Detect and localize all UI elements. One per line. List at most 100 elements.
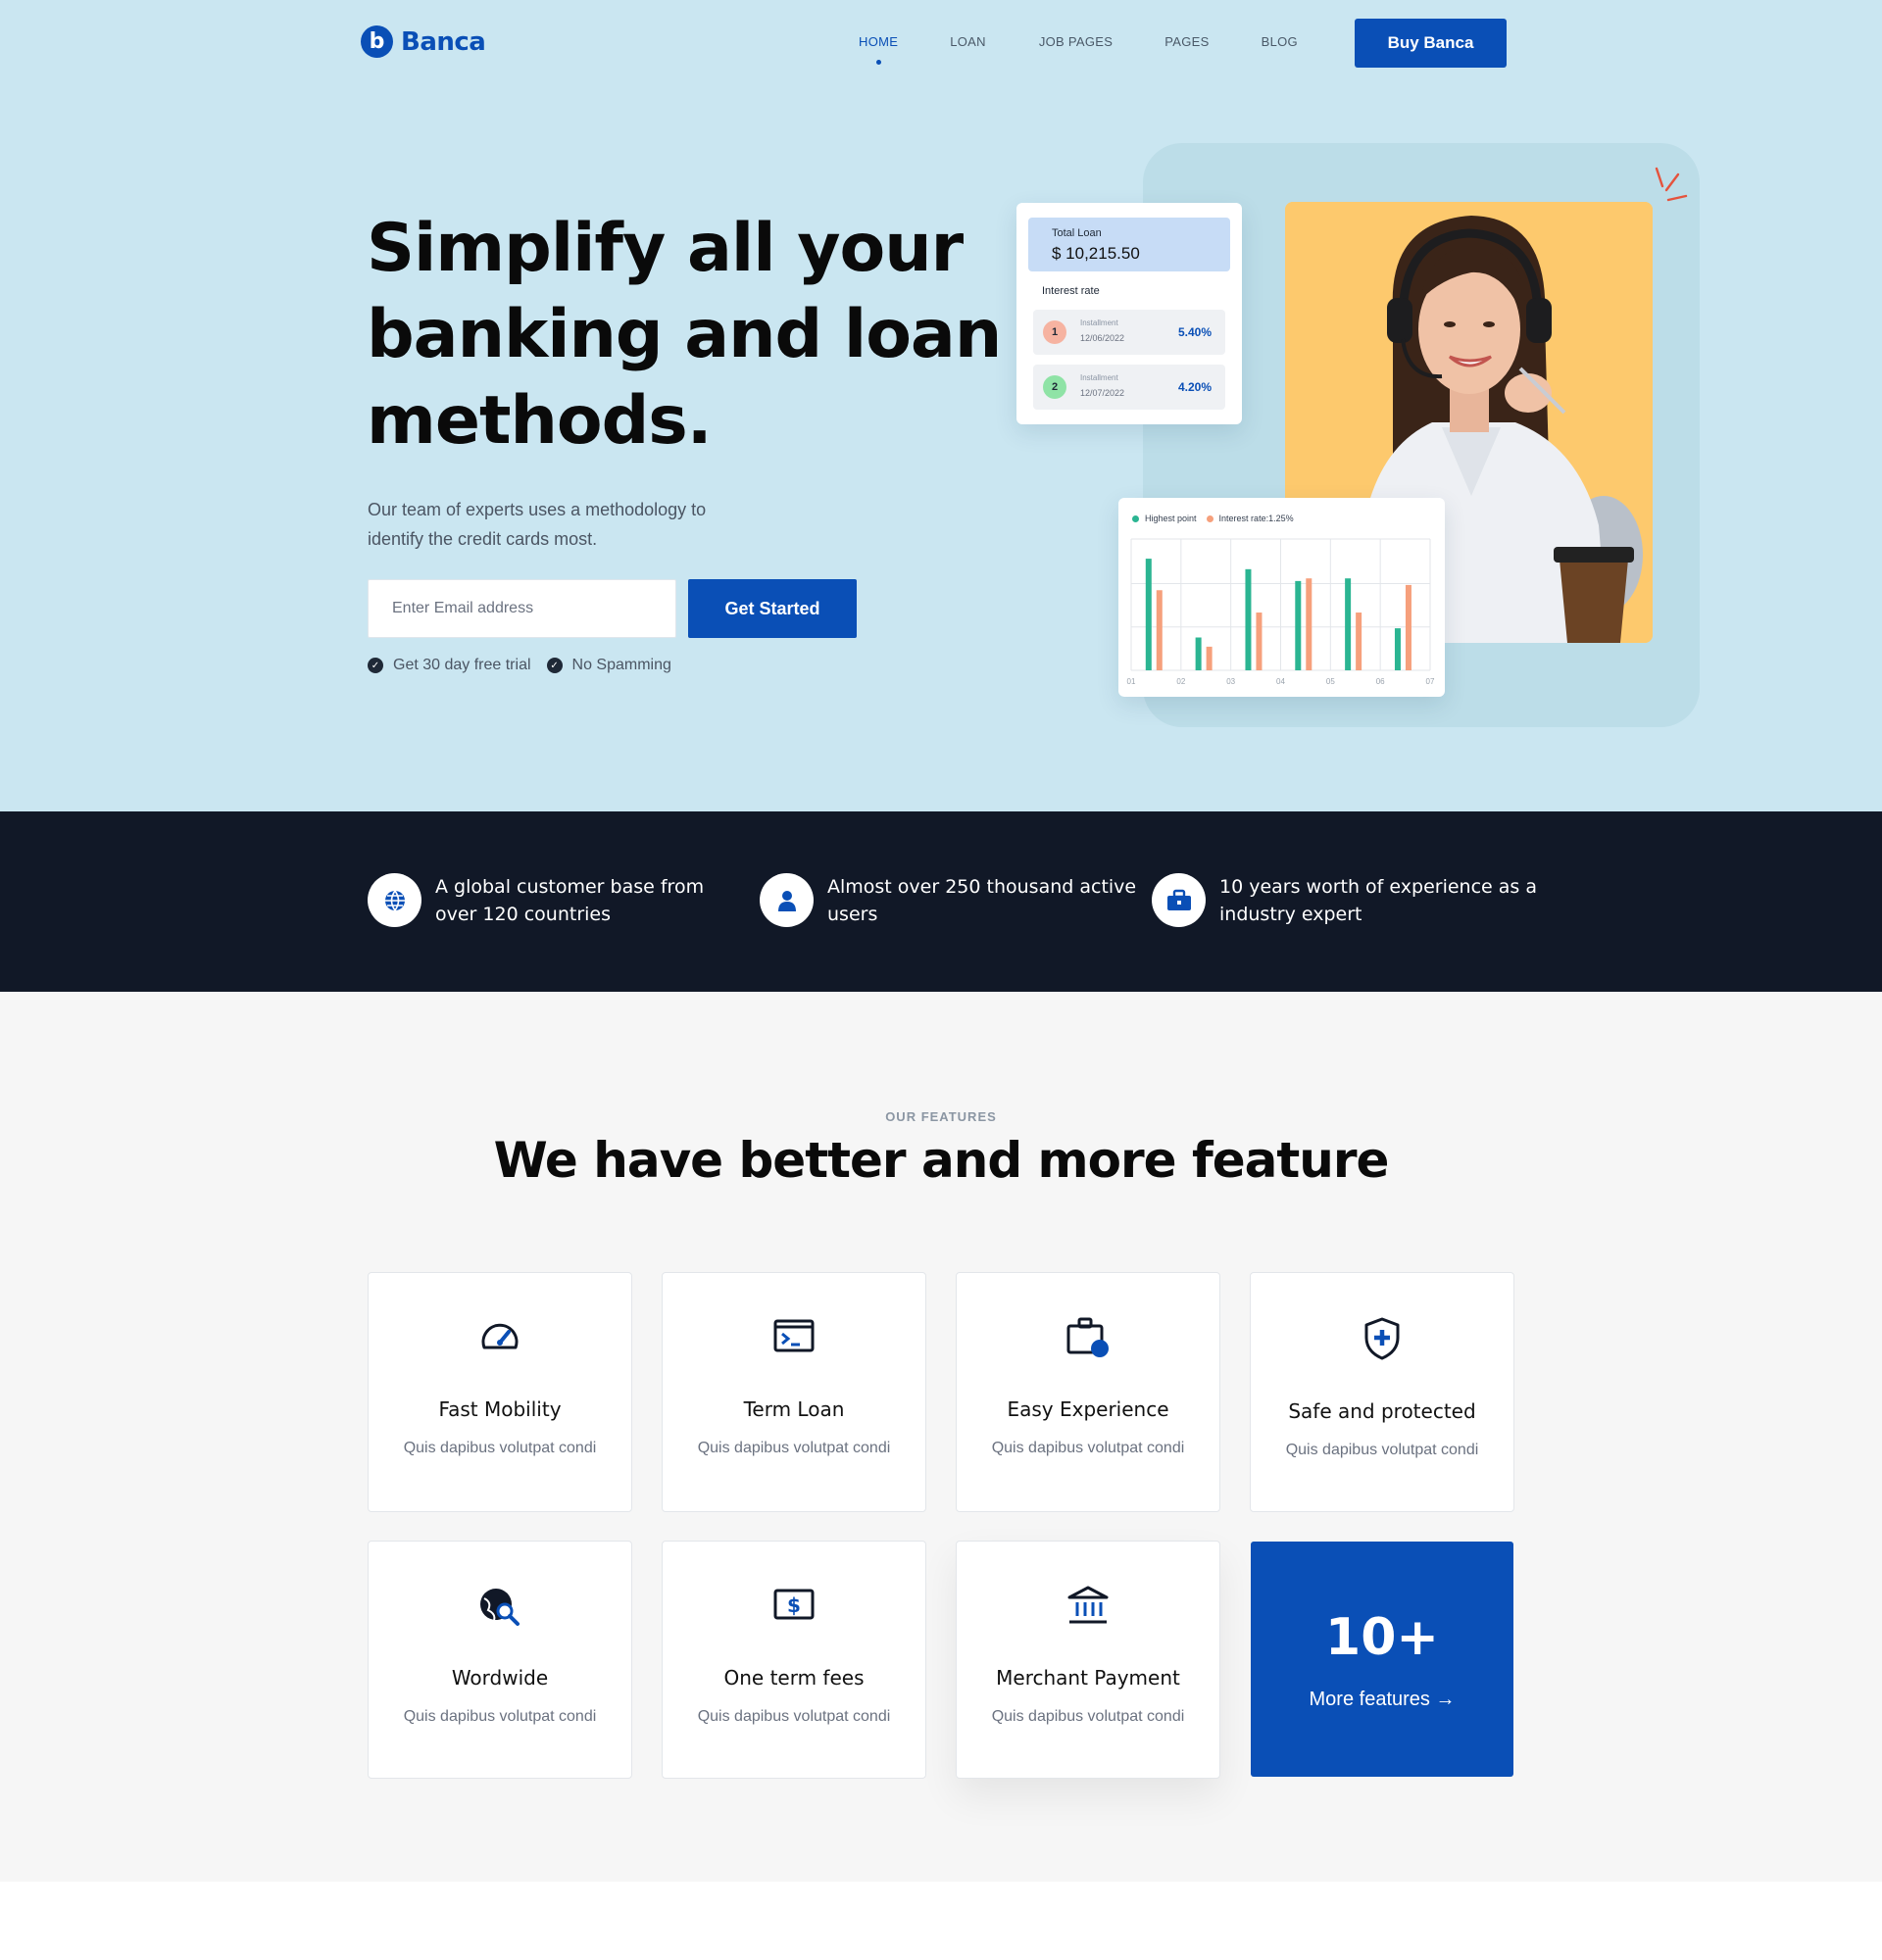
svg-text:$: $ (787, 1593, 801, 1617)
hero-title: Simplify all your banking and loan metho… (367, 206, 1014, 465)
features-section: OUR FEATURES We have better and more fea… (0, 992, 1882, 1882)
x-tick-label: 04 (1276, 677, 1285, 686)
x-tick-label: 06 (1376, 677, 1385, 686)
perks-list: ✓ Get 30 day free trial ✓ No Spamming (368, 657, 671, 674)
stat-line: 10 years worth of experience as a (1219, 876, 1537, 898)
stat-line: A global customer base from (435, 876, 705, 898)
nav-item-blog[interactable]: BLOG (1262, 34, 1298, 49)
brand-name: Banca (401, 26, 486, 57)
installment-label: Installment (1080, 373, 1118, 382)
buy-banca-button[interactable]: Buy Banca (1355, 19, 1507, 68)
feature-card-term-loan[interactable]: Term Loan Quis dapibus volutpat condi (662, 1272, 926, 1512)
feature-card-merchant-payment[interactable]: Merchant Payment Quis dapibus volutpat c… (956, 1541, 1220, 1779)
total-loan-card: Total Loan $ 10,215.50 Interest rate 1 I… (1016, 203, 1242, 424)
chart-bar (1195, 637, 1202, 670)
nav-label: BLOG (1261, 34, 1298, 49)
chart-bar (1245, 568, 1252, 670)
feature-card-fast-mobility[interactable]: Fast Mobility Quis dapibus volutpat cond… (368, 1272, 632, 1512)
stat-text: 10 years worth of experience as a industr… (1219, 873, 1553, 928)
installment-number-badge: 2 (1043, 375, 1066, 399)
feature-card-wordwide[interactable]: Wordwide Quis dapibus volutpat condi (368, 1541, 632, 1779)
x-tick-label: 03 (1226, 677, 1235, 686)
chart-bar (1394, 628, 1401, 670)
feature-title: Merchant Payment (996, 1666, 1180, 1690)
total-loan-amount: $ 10,215.50 (1052, 244, 1140, 263)
chart-bar (1405, 584, 1412, 670)
nav-label: LOAN (950, 34, 986, 49)
more-features-count: 10+ (1325, 1608, 1439, 1667)
feature-title: Easy Experience (1007, 1397, 1169, 1421)
active-indicator (876, 60, 882, 65)
features-title: We have better and more feature (493, 1132, 1390, 1189)
nav-item-loan[interactable]: LOAN (950, 34, 986, 49)
stat-item: Almost over 250 thousand active users (760, 873, 1141, 928)
total-loan-label: Total Loan (1052, 227, 1102, 239)
globe-search-icon (369, 1585, 631, 1630)
feature-card-easy-experience[interactable]: Easy Experience Quis dapibus volutpat co… (956, 1272, 1220, 1512)
nav-item-pages[interactable]: PAGES (1164, 34, 1209, 49)
more-features-card[interactable]: 10+ More features → (1251, 1542, 1513, 1777)
feature-desc: Quis dapibus volutpat condi (991, 1708, 1185, 1725)
feature-desc: Quis dapibus volutpat condi (697, 1708, 891, 1725)
chart-bar (1295, 580, 1302, 670)
stat-line: over 120 countries (435, 904, 611, 925)
more-features-link[interactable]: More features → (1251, 1689, 1513, 1711)
feature-card-one-term-fees[interactable]: $ One term fees Quis dapibus volutpat co… (662, 1541, 926, 1779)
nav-item-job-pages[interactable]: JOB PAGES (1039, 34, 1113, 49)
feature-desc: Quis dapibus volutpat condi (403, 1440, 597, 1456)
chart-bar (1356, 612, 1362, 670)
chart-bar (1306, 578, 1312, 670)
perk-label: Get 30 day free trial (393, 657, 531, 673)
nav-label: HOME (859, 34, 899, 49)
feature-card-safe-protected[interactable]: Safe and protected Quis dapibus volutpat… (1250, 1272, 1514, 1512)
stats-bar: A global customer base from over 120 coun… (0, 811, 1882, 992)
feature-desc: Quis dapibus volutpat condi (697, 1440, 891, 1456)
installment-label: Installment (1080, 318, 1118, 327)
installment-number-badge: 1 (1043, 320, 1066, 344)
chart-bar (1145, 559, 1152, 670)
check-circle-icon: ✓ (546, 658, 563, 673)
feature-desc: Quis dapibus volutpat condi (403, 1708, 597, 1725)
main-menu: HOME LOAN JOB PAGES PAGES BLOG (859, 34, 1298, 65)
hero-subtitle-line: Our team of experts uses a methodology t… (368, 500, 707, 519)
nav-label: PAGES (1164, 34, 1210, 49)
terminal-icon (663, 1316, 925, 1361)
stat-line: Almost over 250 thousand active (827, 876, 1137, 898)
installment-date: 12/07/2022 (1080, 388, 1125, 398)
feature-title: One term fees (723, 1666, 865, 1690)
brand-logo[interactable]: b Banca (361, 25, 486, 58)
perk-item: ✓ Get 30 day free trial (368, 657, 531, 674)
perk-item: ✓ No Spamming (546, 657, 671, 674)
installment-row: 2 Installment 12/07/2022 4.20% (1033, 365, 1225, 410)
hero-title-line: banking and loan (367, 296, 1002, 373)
x-tick-label: 02 (1176, 677, 1185, 686)
installment-rate: 4.20% (1177, 380, 1212, 394)
total-loan-header: Total Loan $ 10,215.50 (1028, 218, 1230, 271)
email-input[interactable] (368, 579, 676, 638)
bar-chart: 01 02 03 04 05 06 07 (1127, 538, 1435, 686)
chart-bar (1156, 590, 1163, 670)
nav-item-home[interactable]: HOME (859, 34, 899, 65)
stat-text: A global customer base from over 120 coun… (435, 873, 729, 928)
installment-date: 12/06/2022 (1080, 333, 1125, 343)
x-tick-label: 01 (1127, 677, 1136, 686)
chart-bar (1256, 612, 1263, 670)
hero-subtitle-line: identify the credit cards most. (368, 529, 598, 549)
logo-icon: b (361, 25, 393, 58)
x-tick-label: 07 (1426, 677, 1435, 686)
hero-title-line: Simplify all your (367, 210, 964, 287)
stat-line: industry expert (1219, 904, 1362, 925)
get-started-button[interactable]: Get Started (688, 579, 857, 638)
installment-rate: 5.40% (1177, 325, 1212, 339)
briefcase-dot-icon (957, 1316, 1219, 1361)
stat-item: A global customer base from over 120 coun… (368, 873, 729, 928)
feature-title: Wordwide (451, 1666, 549, 1690)
top-nav: b Banca HOME LOAN JOB PAGES PAGES BLOG B… (0, 0, 1882, 88)
check-circle-icon: ✓ (368, 658, 383, 673)
feature-desc: Quis dapibus volutpat condi (991, 1440, 1185, 1456)
feature-desc: Quis dapibus volutpat condi (1285, 1442, 1479, 1458)
hero-section: b Banca HOME LOAN JOB PAGES PAGES BLOG B… (0, 0, 1882, 811)
interest-rate-label: Interest rate (1042, 285, 1100, 297)
perk-label: No Spamming (571, 657, 671, 673)
hero-subtitle: Our team of experts uses a methodology t… (368, 495, 779, 554)
